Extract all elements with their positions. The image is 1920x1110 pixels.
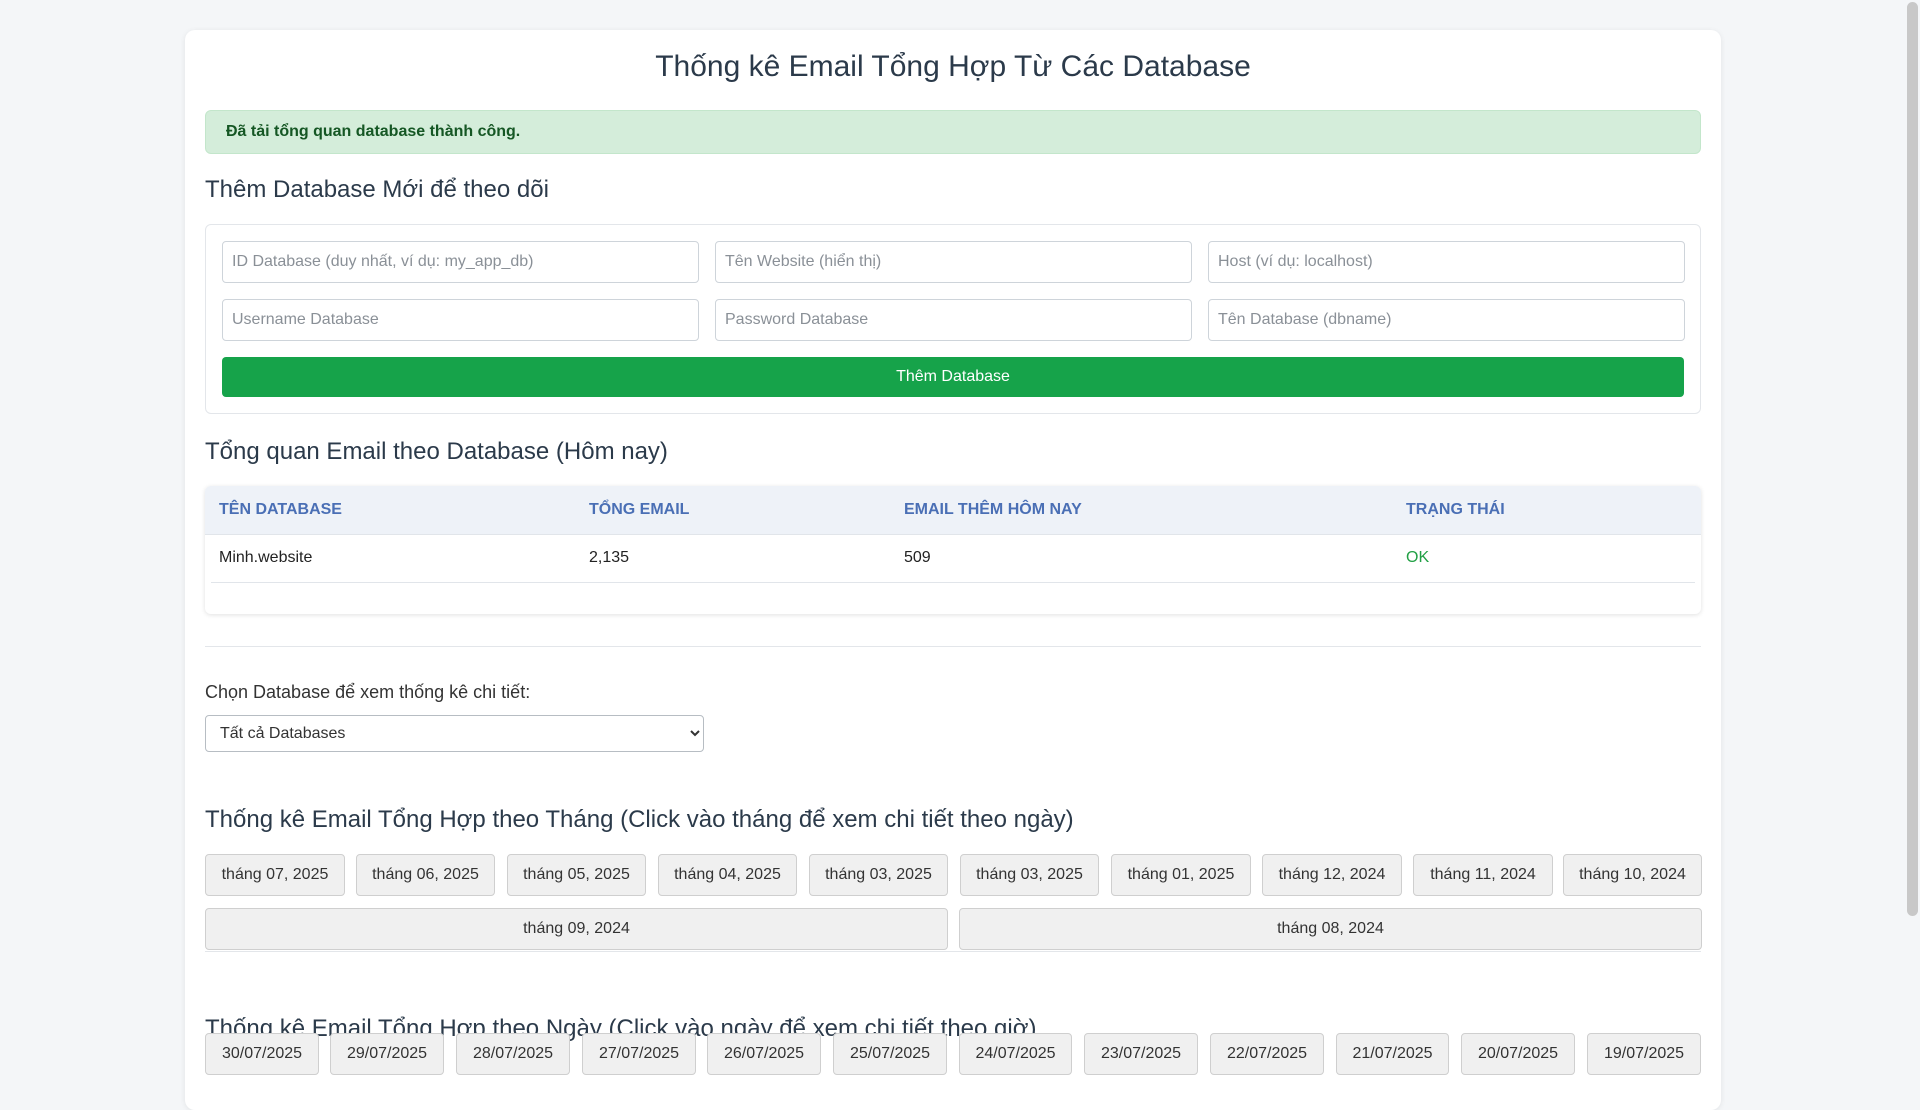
month-button[interactable]: tháng 04, 2025 — [658, 854, 797, 896]
add-database-heading: Thêm Database Mới để theo dõi — [205, 176, 549, 203]
username-input[interactable] — [222, 299, 699, 341]
section-divider — [205, 646, 1701, 647]
cell-email-today: 509 — [904, 549, 931, 566]
scrollbar-thumb[interactable] — [1907, 2, 1918, 916]
table-row: Minh.website 2,135 509 OK — [211, 534, 1695, 583]
month-button[interactable]: tháng 05, 2025 — [507, 854, 646, 896]
overview-heading: Tổng quan Email theo Database (Hôm nay) — [205, 438, 668, 465]
column-header-email-today: EMAIL THÊM HÔM NAY — [904, 501, 1082, 518]
day-button[interactable]: 21/07/2025 — [1336, 1033, 1449, 1075]
day-button[interactable]: 22/07/2025 — [1210, 1033, 1324, 1075]
database-select-label: Chọn Database để xem thống kê chi tiết: — [205, 682, 531, 702]
day-button[interactable]: 30/07/2025 — [205, 1033, 319, 1075]
day-button[interactable]: 20/07/2025 — [1461, 1033, 1575, 1075]
add-database-button[interactable]: Thêm Database — [222, 357, 1684, 397]
month-button[interactable]: tháng 03, 2025 — [960, 854, 1099, 896]
website-name-input[interactable] — [715, 241, 1192, 283]
page-scrollbar[interactable] — [1905, 0, 1920, 1080]
page-title: Thống kê Email Tổng Hợp Từ Các Database — [655, 50, 1251, 83]
table-header: TÊN DATABASE TỔNG EMAIL EMAIL THÊM HÔM N… — [205, 486, 1701, 535]
main-container: Thống kê Email Tổng Hợp Từ Các Database … — [185, 30, 1721, 1110]
overview-table: TÊN DATABASE TỔNG EMAIL EMAIL THÊM HÔM N… — [205, 486, 1701, 614]
day-button[interactable]: 26/07/2025 — [707, 1033, 821, 1075]
dbname-input[interactable] — [1208, 299, 1685, 341]
month-button[interactable]: tháng 09, 2024 — [205, 908, 948, 950]
cell-status: OK — [1406, 549, 1430, 566]
month-button[interactable]: tháng 08, 2024 — [959, 908, 1702, 950]
month-button[interactable]: tháng 12, 2024 — [1262, 854, 1402, 896]
column-header-total-email: TỔNG EMAIL — [589, 501, 690, 518]
day-button[interactable]: 24/07/2025 — [959, 1033, 1072, 1075]
day-button[interactable]: 25/07/2025 — [833, 1033, 947, 1075]
host-input[interactable] — [1208, 241, 1685, 283]
database-id-input[interactable] — [222, 241, 699, 283]
day-button[interactable]: 23/07/2025 — [1084, 1033, 1198, 1075]
day-button[interactable]: 27/07/2025 — [582, 1033, 696, 1075]
day-button[interactable]: 29/07/2025 — [330, 1033, 444, 1075]
month-button[interactable]: tháng 10, 2024 — [1563, 854, 1702, 896]
cell-database-name: Minh.website — [219, 549, 313, 566]
database-select[interactable]: Tất cả Databases — [205, 715, 704, 752]
month-button[interactable]: tháng 01, 2025 — [1111, 854, 1251, 896]
month-button[interactable]: tháng 07, 2025 — [205, 854, 345, 896]
month-button[interactable]: tháng 06, 2025 — [356, 854, 495, 896]
month-button[interactable]: tháng 03, 2025 — [809, 854, 948, 896]
day-button[interactable]: 19/07/2025 — [1587, 1033, 1701, 1075]
password-input[interactable] — [715, 299, 1192, 341]
column-header-status: TRẠNG THÁI — [1406, 501, 1505, 518]
month-button[interactable]: tháng 11, 2024 — [1413, 854, 1553, 896]
success-alert: Đã tải tổng quan database thành công. — [205, 110, 1701, 154]
day-button[interactable]: 28/07/2025 — [456, 1033, 570, 1075]
cell-total-email: 2,135 — [589, 549, 630, 566]
column-header-database-name: TÊN DATABASE — [219, 501, 342, 518]
add-database-form: Thêm Database — [205, 224, 1701, 414]
section-divider — [205, 951, 1701, 952]
monthly-stats-heading: Thống kê Email Tổng Hợp theo Tháng (Clic… — [205, 806, 1074, 833]
